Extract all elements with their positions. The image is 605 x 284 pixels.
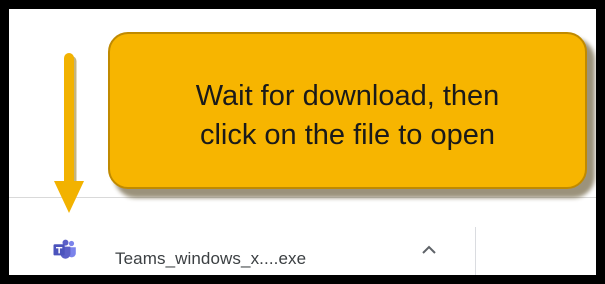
callout-text: Wait for download, then click on the fil… (110, 77, 585, 155)
chevron-up-icon[interactable] (419, 243, 439, 257)
callout-line-1: Wait for download, then (195, 80, 500, 112)
browser-window: Teams_windows_x....exe Wait for download… (9, 9, 596, 275)
screenshot-border: Teams_windows_x....exe Wait for download… (0, 0, 605, 284)
teams-icon (53, 239, 77, 259)
download-file-name[interactable]: Teams_windows_x....exe (115, 249, 306, 269)
arrow-down-icon (53, 53, 89, 228)
callout-line-2: click on the file to open (199, 119, 495, 151)
instruction-callout: Wait for download, then click on the fil… (108, 32, 587, 189)
download-item-separator (475, 227, 476, 275)
